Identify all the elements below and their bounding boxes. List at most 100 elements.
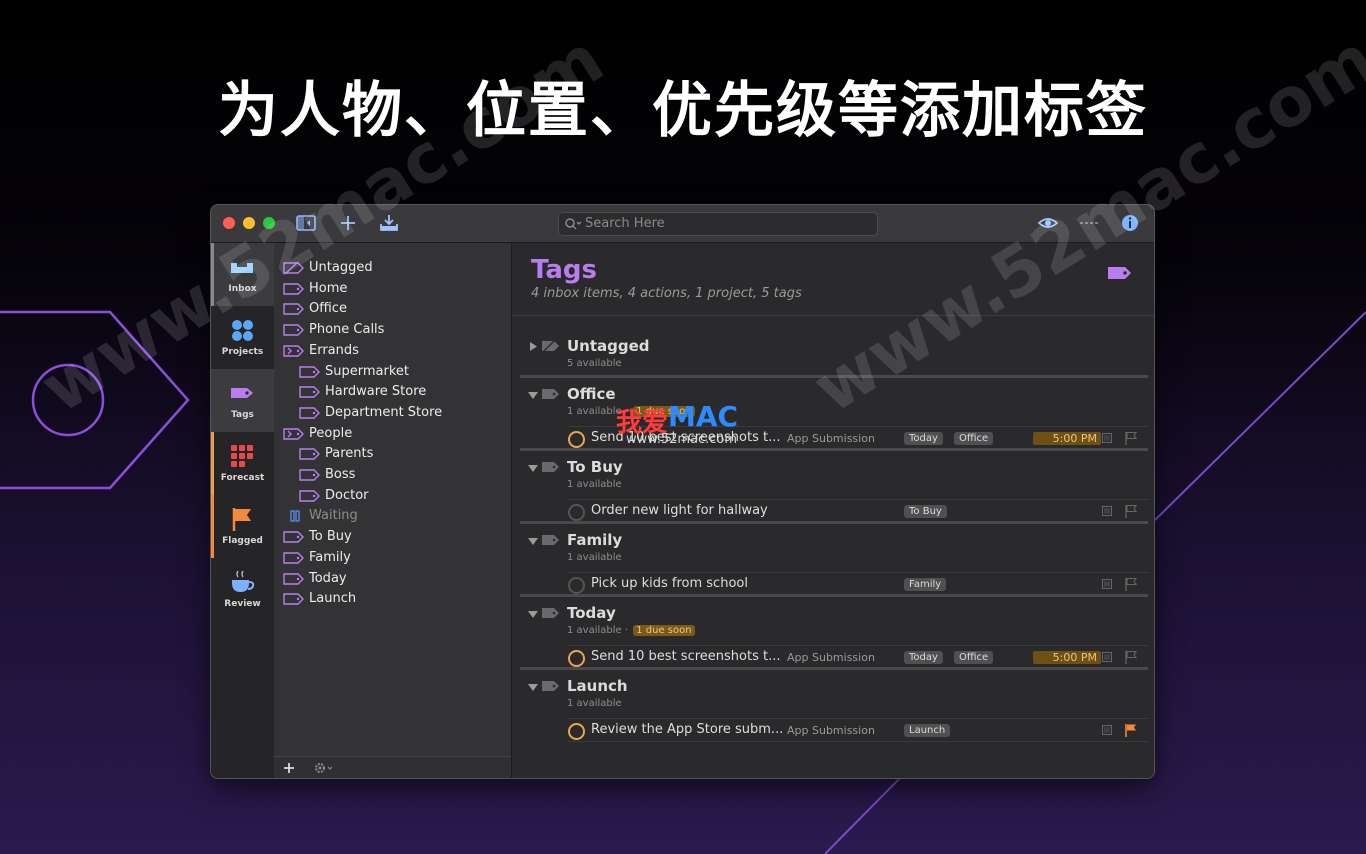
tag-icon — [542, 608, 559, 618]
group-meta: 1 available — [567, 479, 622, 490]
task-row[interactable]: Send 10 best screenshots t... App Submiss… — [567, 645, 1148, 669]
group-available: 1 available — [567, 698, 622, 709]
sidebar-item-flagged[interactable]: Flagged — [211, 495, 274, 558]
flag-outline-icon[interactable] — [1124, 577, 1138, 591]
group-divider — [520, 594, 1148, 597]
note-icon[interactable] — [1102, 433, 1112, 443]
sidebar-item-forecast[interactable]: Forecast — [211, 432, 274, 495]
tag-outline-icon — [283, 303, 304, 316]
note-icon[interactable] — [1102, 725, 1112, 735]
tag-list-label: Phone Calls — [309, 322, 385, 338]
group-meta: 1 available — [567, 698, 622, 709]
search-input[interactable]: Search Here — [558, 212, 878, 236]
disclosure-expanded-icon[interactable] — [528, 537, 538, 546]
flag-outline-icon[interactable] — [1124, 650, 1138, 664]
sidebar-color-bar — [211, 495, 214, 558]
disclosure-collapsed-icon[interactable] — [529, 342, 538, 351]
sidebar-item-tags[interactable]: Tags — [211, 369, 274, 432]
task-checkbox[interactable] — [568, 504, 585, 521]
note-icon[interactable] — [1102, 652, 1112, 662]
tag-group-icon — [283, 427, 304, 440]
tag-chip[interactable]: To Buy — [904, 505, 947, 518]
due-time: 5:00 PM — [1033, 651, 1101, 664]
group-header[interactable]: To Buy 1 available — [520, 452, 1148, 498]
tag-chip[interactable]: Today — [904, 651, 943, 664]
note-icon[interactable] — [1102, 506, 1112, 516]
tag-outline-icon — [299, 489, 320, 502]
group-meta: 1 available — [567, 552, 622, 563]
sidebar-color-bar — [211, 432, 214, 495]
group-title: Office — [567, 385, 616, 403]
task-checkbox[interactable] — [568, 650, 585, 667]
task-checkbox[interactable] — [568, 577, 585, 594]
task-row[interactable]: Review the App Store subm... App Submissi… — [567, 718, 1148, 742]
due-time: 5:00 PM — [1033, 432, 1101, 445]
tag-list-label: Today — [309, 570, 347, 586]
task-checkbox[interactable] — [568, 723, 585, 740]
note-icon[interactable] — [1102, 579, 1112, 589]
due-soon-badge: 1 due soon — [633, 625, 695, 636]
task-project: App Submission — [787, 432, 875, 445]
task-title: Send 10 best screenshots t... — [591, 649, 781, 664]
group-meta: 5 available — [567, 358, 622, 369]
group-available: 1 available — [567, 625, 622, 636]
disclosure-expanded-icon[interactable] — [528, 391, 538, 400]
task-title: Order new light for hallway — [591, 503, 768, 518]
forecast-icon — [231, 445, 253, 467]
coffee-cup-icon — [232, 570, 255, 592]
group-divider — [520, 448, 1148, 451]
group-header[interactable]: Family 1 available — [520, 525, 1148, 571]
group-available: 1 available — [567, 406, 622, 417]
group-header[interactable]: Today 1 available · 1 due soon — [520, 598, 1148, 644]
flag-icon[interactable] — [1124, 723, 1138, 737]
flag-outline-icon[interactable] — [1124, 431, 1138, 445]
group-title: To Buy — [567, 458, 623, 476]
tag-chip[interactable]: Office — [954, 432, 994, 445]
group-title: Launch — [567, 677, 628, 695]
task-title: Review the App Store subm... — [591, 722, 784, 737]
group-header[interactable]: Launch 1 available — [520, 671, 1148, 717]
logo-en: MAC — [668, 400, 739, 433]
task-checkbox[interactable] — [568, 431, 585, 448]
add-tag-icon[interactable] — [283, 762, 295, 774]
tag-outline-icon — [283, 552, 304, 564]
tag-outline-icon — [299, 365, 320, 378]
task-row[interactable]: Order new light for hallway To Buy — [567, 499, 1148, 523]
tag-list-label: Supermarket — [325, 363, 409, 379]
tag-list: Untagged Home Office Phone Calls Errands Supe… — [274, 243, 512, 778]
tag-chip[interactable]: Office — [954, 651, 994, 664]
flag-outline-icon[interactable] — [1124, 504, 1138, 518]
disclosure-expanded-icon[interactable] — [528, 464, 538, 473]
tag-outline-icon — [299, 469, 320, 481]
tag-chip[interactable]: Family — [904, 578, 947, 591]
sidebar-item-review[interactable]: Review — [211, 558, 274, 621]
search-icon — [565, 218, 582, 230]
tag-group-icon — [283, 345, 304, 357]
task-title: Pick up kids from school — [591, 576, 748, 591]
gear-icon[interactable] — [313, 761, 335, 775]
tag-chip[interactable]: Today — [904, 432, 943, 445]
group-title: Family — [567, 531, 623, 549]
disclosure-expanded-icon[interactable] — [528, 683, 538, 692]
group-available: 1 available — [567, 552, 622, 563]
sidebar-label: Forecast — [220, 473, 265, 483]
group-divider — [520, 667, 1148, 670]
page-title: Tags — [531, 255, 598, 285]
tag-outline-icon — [299, 407, 320, 419]
disclosure-expanded-icon[interactable] — [528, 610, 538, 619]
tag-outline-icon — [299, 448, 320, 460]
task-row[interactable]: Pick up kids from school Family — [567, 572, 1148, 596]
tag-list-label: Boss — [325, 467, 356, 482]
untagged-icon — [542, 340, 559, 352]
tag-list-label: Doctor — [325, 487, 369, 503]
close-window-button[interactable] — [223, 217, 235, 229]
task-project: App Submission — [787, 724, 875, 737]
tag-list-label: Waiting — [309, 508, 358, 524]
task-project: App Submission — [787, 651, 875, 664]
sidebar-label: Flagged — [222, 536, 263, 546]
group-available: 5 available — [567, 358, 622, 369]
tag-chip[interactable]: Launch — [904, 724, 951, 737]
tag-list-footer — [274, 756, 511, 778]
tag-list-label: Department Store — [325, 404, 443, 420]
group-title: Today — [567, 604, 616, 622]
